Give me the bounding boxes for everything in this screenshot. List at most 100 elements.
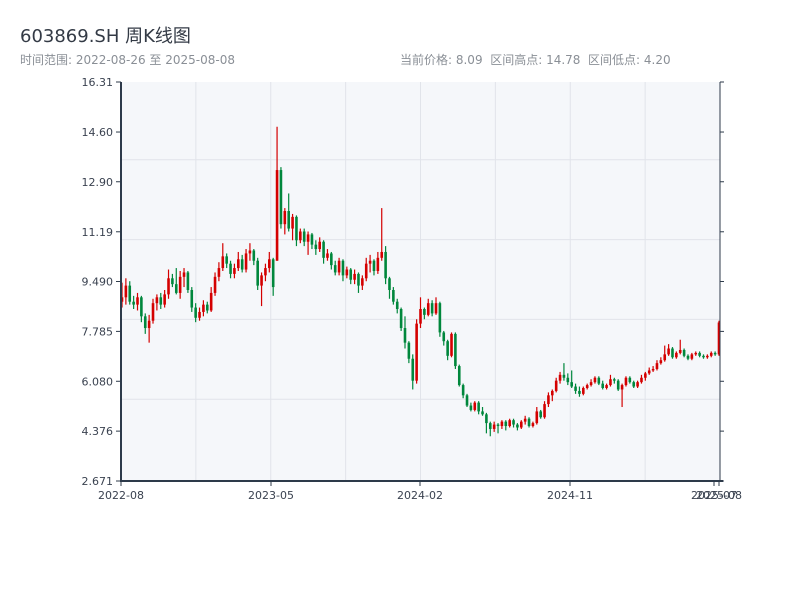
candle-down (632, 382, 636, 387)
candle-down (562, 374, 566, 378)
candle-up (500, 421, 504, 427)
y-tick-label: 2.671 (82, 475, 114, 488)
candle-down (504, 421, 508, 427)
candle-up (492, 424, 496, 429)
candle-up (543, 404, 546, 418)
candle-up (426, 303, 430, 315)
candle-down (601, 383, 605, 389)
candle-up (655, 363, 659, 369)
candle-up (690, 354, 694, 359)
candle-down (682, 349, 686, 356)
candle-down (407, 342, 411, 359)
candle-up (299, 231, 302, 241)
candle-down (671, 348, 674, 358)
candle-up (155, 297, 159, 304)
candle-up (651, 368, 655, 371)
x-tick-label: 2023-05 (248, 489, 294, 502)
candle-down (628, 377, 632, 383)
candle-down (140, 297, 143, 317)
y-tick-label: 7.785 (82, 325, 114, 338)
candle-down (252, 250, 256, 261)
candle-down (399, 309, 403, 329)
candle-up (473, 402, 477, 410)
candle-down (279, 170, 283, 225)
candle-down (570, 382, 573, 387)
candle-up (275, 170, 279, 261)
candle-down (442, 332, 446, 342)
candle-down (430, 303, 434, 314)
candle-up (202, 304, 205, 312)
candle-up (547, 395, 550, 405)
candle-up (318, 241, 322, 250)
candle-up (345, 269, 349, 276)
candle-up (519, 421, 523, 428)
candle-up (221, 256, 225, 269)
candle-down (384, 251, 387, 279)
y-tick-label: 9.490 (82, 276, 114, 289)
candle-down (574, 386, 577, 391)
candle-up (582, 388, 585, 394)
y-tick-label: 16.31 (82, 76, 114, 89)
candle-down (287, 211, 290, 229)
candle-up (558, 374, 562, 381)
candle-up (233, 268, 236, 274)
candle-up (675, 352, 678, 358)
candle-down (485, 414, 488, 424)
candle-down (392, 289, 395, 302)
candle-up (531, 423, 535, 427)
candle-up (624, 377, 628, 386)
candle-up (136, 297, 139, 305)
candle-up (609, 379, 612, 386)
candle-down (171, 278, 174, 285)
candlestick-chart: 16.31 14.60 12.90 11.19 9.490 7.785 6.080 4.376… (82, 76, 742, 502)
x-tick-label: 2022-08 (98, 489, 144, 502)
candle-down (496, 424, 500, 427)
x-tick-label: 2025-08 (696, 489, 742, 502)
candle-down (713, 352, 717, 355)
candle-up (678, 349, 682, 353)
candle-up (209, 292, 213, 311)
candle-down (395, 301, 399, 310)
candle-up (523, 418, 527, 422)
candle-up (198, 311, 201, 318)
candle-down (174, 284, 178, 293)
candle-down (566, 377, 570, 383)
candle-down (256, 260, 259, 286)
candle-up (368, 260, 372, 264)
candle-down (132, 301, 135, 305)
candle-down (190, 289, 194, 308)
candle-up (709, 352, 713, 356)
candle-down (613, 379, 616, 381)
y-tick-label: 6.080 (82, 375, 114, 388)
y-tick-label: 12.90 (82, 176, 114, 189)
candle-down (527, 418, 531, 427)
candle-up (667, 348, 670, 355)
candle-down (438, 303, 442, 333)
candle-up (163, 294, 166, 305)
candle-down (461, 385, 465, 396)
candle-down (488, 423, 492, 429)
candle-up (605, 385, 608, 389)
candle-down (597, 377, 601, 384)
candle-up (508, 420, 511, 427)
candle-down (322, 241, 325, 258)
candle-up (361, 278, 364, 286)
candle-up (182, 272, 186, 277)
candle-up (124, 285, 128, 298)
candle-down (229, 263, 232, 274)
candle-down (616, 380, 620, 390)
candle-up (364, 263, 368, 279)
candle-up (535, 411, 539, 424)
candle-down (457, 366, 461, 386)
candle-up (415, 323, 418, 381)
candle-up (585, 385, 589, 389)
candle-down (310, 234, 314, 245)
candle-down (372, 260, 376, 271)
candle-down (357, 273, 360, 286)
candle-up (264, 268, 267, 276)
candle-up (376, 257, 380, 271)
candle-down (512, 420, 515, 425)
candle-up (326, 253, 329, 258)
candle-up (636, 382, 639, 387)
candle-down (403, 328, 407, 343)
